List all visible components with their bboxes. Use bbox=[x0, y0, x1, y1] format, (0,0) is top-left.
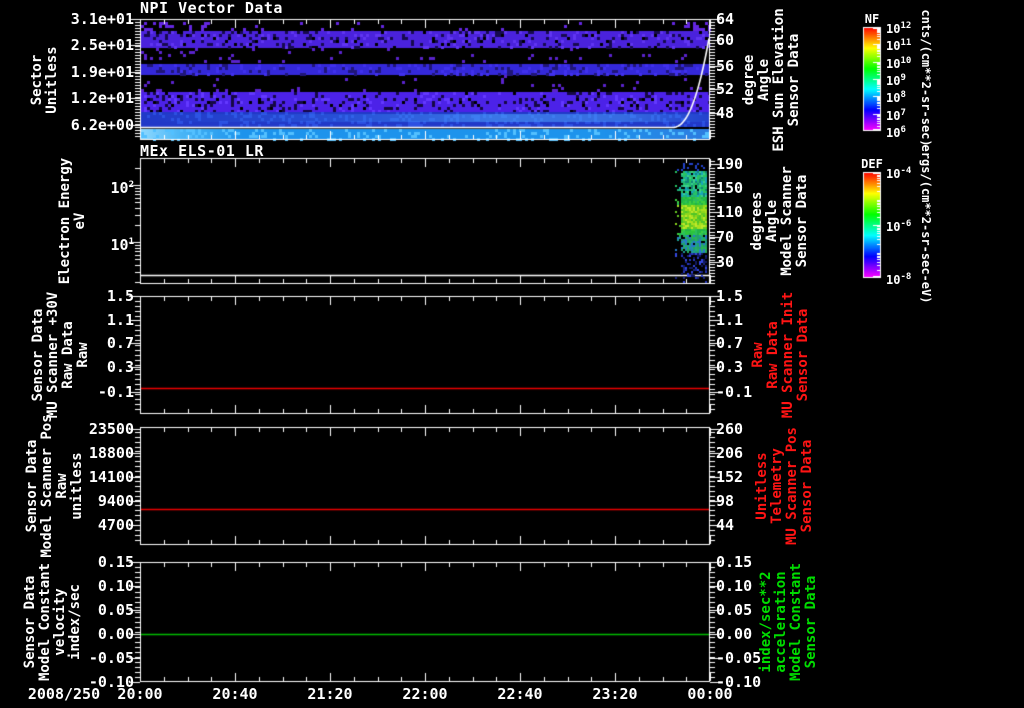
panel5-right-tick: 0.00 bbox=[716, 626, 752, 642]
panel4-right-tick: 44 bbox=[716, 517, 734, 533]
panel3-right-tick: 0.7 bbox=[716, 335, 743, 351]
panel1-left-tick: 1.9e+01 bbox=[50, 64, 134, 80]
colorbar-def bbox=[863, 172, 881, 278]
panel4-right-tick: 206 bbox=[716, 445, 743, 461]
x-axis-tick-label: 22:40 bbox=[485, 686, 555, 702]
panel3-right-tick: 1.1 bbox=[716, 312, 743, 328]
panel1-right-tick: 56 bbox=[716, 58, 734, 74]
colorbar-nf-tick: 1011 bbox=[886, 38, 911, 53]
colorbar-nf-tick: 107 bbox=[886, 108, 906, 123]
panel1-right-tick: 64 bbox=[716, 11, 734, 27]
panel5-right-tick: -0.05 bbox=[716, 650, 761, 666]
colorbar-def-units: ergs/(cm**2-sr-sec-eV) bbox=[919, 139, 933, 309]
colorbar-nf-tick: 108 bbox=[886, 90, 906, 105]
x-axis-tick-label: 20:40 bbox=[200, 686, 270, 702]
x-axis-tick-label: 22:00 bbox=[390, 686, 460, 702]
x-axis-tick-label: 23:20 bbox=[580, 686, 650, 702]
panel1-left-axis-label: Sector Unitless bbox=[30, 0, 60, 170]
colorbar-nf-tick: 109 bbox=[886, 73, 906, 88]
panel1-title: NPI Vector Data bbox=[140, 0, 283, 16]
panel2-els-heatmap bbox=[140, 158, 710, 284]
panel3-right-tick: 1.5 bbox=[716, 288, 743, 304]
panel2-right-tick: 30 bbox=[716, 254, 734, 270]
panel1-left-tick: 1.2e+01 bbox=[50, 90, 134, 106]
panel2-right-tick: 110 bbox=[716, 204, 743, 220]
panel5-left-axis-label: Sensor Data Model Constant velocity inde… bbox=[23, 532, 83, 708]
panel2-right-tick: 190 bbox=[716, 156, 743, 172]
panel5-line-plot bbox=[140, 562, 710, 682]
colorbar-nf-tick: 1010 bbox=[886, 56, 911, 71]
panel1-left-tick: 3.1e+01 bbox=[50, 11, 134, 27]
colorbar-nf bbox=[863, 27, 881, 131]
panel3-right-tick: 0.3 bbox=[716, 359, 743, 375]
panel1-right-tick: 60 bbox=[716, 32, 734, 48]
colorbar-nf-tick: 106 bbox=[886, 125, 906, 140]
panel5-right-axis-label: index/sec**2 acceleration Model Constant… bbox=[759, 532, 819, 708]
colorbar-nf-tick: 1012 bbox=[886, 21, 911, 36]
multi-panel-science-plot: NPI Vector Data MEx ELS-01 LR 2008/250 N… bbox=[0, 0, 1024, 708]
panel4-right-tick: 152 bbox=[716, 469, 743, 485]
panel5-right-tick: 0.15 bbox=[716, 554, 752, 570]
panel4-right-tick: 260 bbox=[716, 421, 743, 437]
panel5-right-tick: 0.05 bbox=[716, 602, 752, 618]
colorbar-def-tick: 10-8 bbox=[886, 272, 911, 287]
colorbar-def-tick: 10-4 bbox=[886, 166, 911, 181]
panel1-left-tick: 2.5e+01 bbox=[50, 37, 134, 53]
panel3-line-plot bbox=[140, 296, 710, 414]
panel2-right-tick: 70 bbox=[716, 229, 734, 245]
panel4-right-tick: 98 bbox=[716, 493, 734, 509]
x-axis-tick-label: 20:00 bbox=[105, 686, 175, 702]
panel1-right-tick: 52 bbox=[716, 81, 734, 97]
x-axis-tick-label: 00:00 bbox=[675, 686, 745, 702]
panel1-right-tick: 48 bbox=[716, 105, 734, 121]
panel3-right-tick: -0.1 bbox=[716, 384, 752, 400]
colorbar-def-tick: 10-6 bbox=[886, 219, 911, 234]
colorbar-nf-units: cnts/(cm**2-sr-sec) bbox=[919, 0, 933, 158]
panel2-title: MEx ELS-01 LR bbox=[140, 143, 264, 159]
panel5-right-tick: 0.10 bbox=[716, 578, 752, 594]
panel2-right-tick: 150 bbox=[716, 180, 743, 196]
x-axis-tick-label: 21:20 bbox=[295, 686, 365, 702]
panel4-line-plot bbox=[140, 427, 710, 545]
panel1-npi-heatmap bbox=[140, 19, 710, 140]
